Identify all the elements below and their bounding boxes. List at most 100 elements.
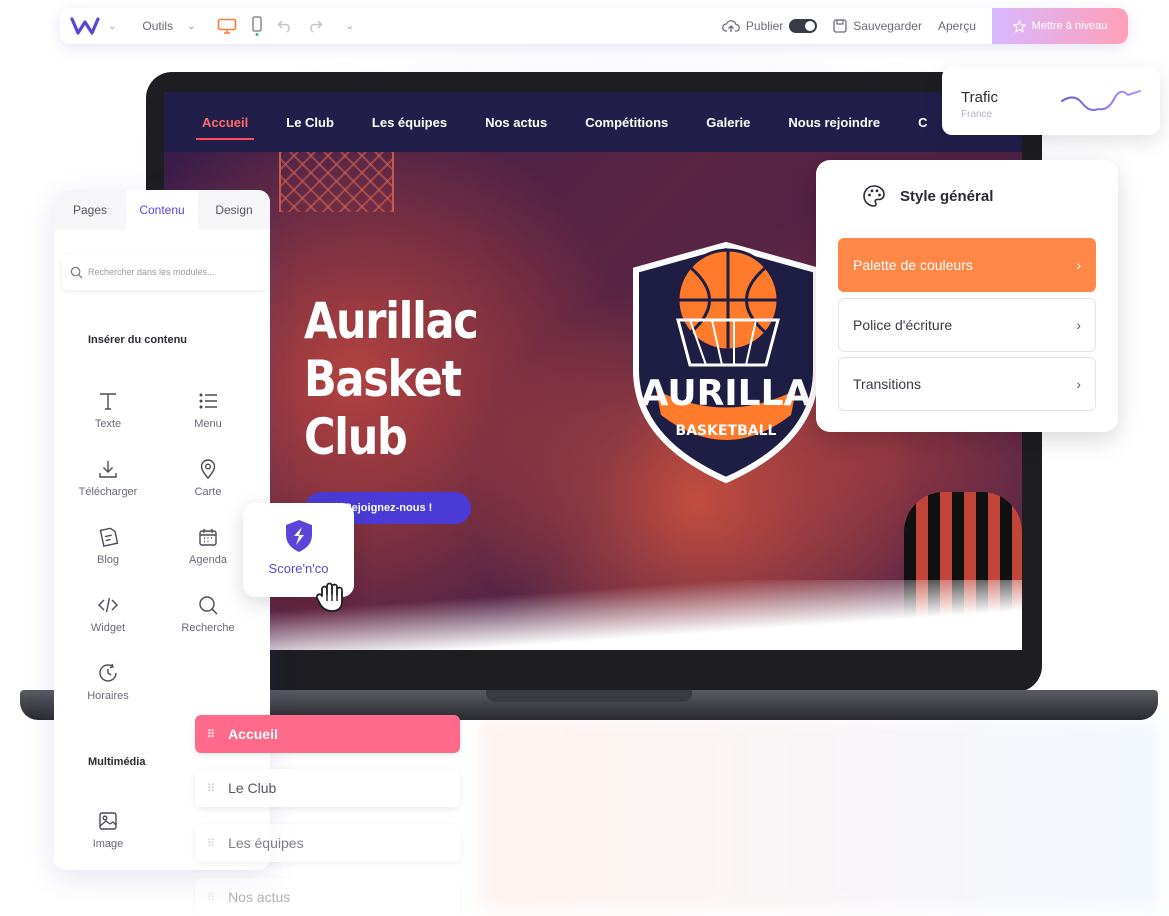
chevron-right-icon: › xyxy=(1076,257,1081,273)
tools-menu[interactable]: Outils ⌄ xyxy=(142,19,195,33)
module-texte[interactable]: Texte xyxy=(58,390,158,430)
insert-content-heading: Insérer du contenu xyxy=(88,334,188,346)
code-icon xyxy=(98,597,118,613)
badge-subtitle: BASKETBALL xyxy=(676,423,777,439)
module-menu[interactable]: Menu xyxy=(158,390,258,430)
page-item-le-club[interactable]: ⠿ Le Club xyxy=(195,769,460,807)
history-controls: ⌄ xyxy=(277,19,354,33)
palette-de-couleurs-row[interactable]: Palette de couleurs › xyxy=(838,238,1096,292)
tab-design[interactable]: Design xyxy=(198,190,270,230)
page-label: Accueil xyxy=(228,726,278,742)
site-nav-item-competitions[interactable]: Compétitions xyxy=(585,115,668,130)
chevron-right-icon: › xyxy=(1076,317,1081,333)
site-nav-item-accueil[interactable]: Accueil xyxy=(195,115,255,140)
module-label: Agenda xyxy=(189,554,227,566)
drag-handle-icon[interactable]: ⠿ xyxy=(207,837,215,850)
mobile-icon[interactable] xyxy=(251,16,263,36)
publish-control[interactable]: Publier xyxy=(721,19,818,33)
page-item-les-equipes[interactable]: ⠿ Les équipes xyxy=(195,824,460,862)
drag-handle-icon[interactable]: ⠿ xyxy=(207,728,215,741)
save-button[interactable]: Sauvegarder xyxy=(833,19,922,33)
row-label: Transitions xyxy=(853,376,921,392)
module-label: Menu xyxy=(194,418,222,430)
publish-label: Publier xyxy=(745,19,784,33)
search-placeholder: Rechercher dans les modules... xyxy=(88,267,215,277)
image-icon xyxy=(99,812,117,830)
police-ecriture-row[interactable]: Police d'écriture › xyxy=(838,298,1096,352)
search-icon xyxy=(70,266,83,279)
desktop-icon[interactable] xyxy=(217,18,237,34)
module-label: Recherche xyxy=(181,622,235,634)
search-icon xyxy=(199,596,218,615)
module-carte[interactable]: Carte xyxy=(158,458,258,498)
module-label: Carte xyxy=(194,486,222,498)
module-panel: Pages Contenu Design Rechercher dans les… xyxy=(54,190,270,870)
module-recherche[interactable]: Recherche xyxy=(158,594,258,634)
drag-handle-icon[interactable]: ⠿ xyxy=(207,891,215,904)
blog-icon xyxy=(99,527,119,547)
hero-title-line1: Aurillac xyxy=(304,292,479,350)
star-icon: ★ xyxy=(782,334,798,354)
device-switcher xyxy=(217,16,263,36)
tools-label: Outils xyxy=(142,19,174,33)
download-icon xyxy=(99,461,117,478)
module-panel-tabs: Pages Contenu Design xyxy=(54,190,270,230)
cloud-upload-icon xyxy=(721,20,740,32)
module-blog[interactable]: Blog xyxy=(58,526,158,566)
multimedia-heading: Multimédia xyxy=(88,756,146,768)
list-icon xyxy=(199,393,217,409)
upgrade-label: Mettre à niveau xyxy=(1031,20,1108,32)
module-label: Texte xyxy=(94,418,122,430)
site-nav-item-galerie[interactable]: Galerie xyxy=(706,115,750,130)
site-nav-item-nos-actus[interactable]: Nos actus xyxy=(485,115,547,130)
site-nav-item-les-equipes[interactable]: Les équipes xyxy=(372,115,447,130)
site-nav-item-nous-rejoindre[interactable]: Nous rejoindre xyxy=(788,115,880,130)
module-widget[interactable]: Widget xyxy=(58,594,158,634)
save-icon xyxy=(833,19,847,33)
traffic-widget[interactable]: Trafic France xyxy=(942,67,1160,135)
module-label: Widget xyxy=(90,622,126,634)
undo-icon[interactable] xyxy=(277,19,293,33)
row-label: Palette de couleurs xyxy=(853,257,973,273)
text-icon xyxy=(100,393,116,410)
module-label: Image xyxy=(92,838,124,850)
transitions-row[interactable]: Transitions › xyxy=(838,357,1096,411)
laptop-notch xyxy=(486,690,692,702)
redo-icon[interactable] xyxy=(307,19,324,33)
palette-icon xyxy=(863,185,885,207)
w-logo-icon xyxy=(70,17,100,35)
hero-title-line2: Basket Club xyxy=(304,350,462,466)
traffic-subtitle: France xyxy=(961,109,993,120)
star-icon xyxy=(1012,19,1026,33)
grab-cursor-icon xyxy=(315,582,343,612)
publish-toggle[interactable] xyxy=(789,19,818,33)
clock-icon xyxy=(99,663,117,682)
scoreco-label: Score'n'co xyxy=(268,561,329,576)
style-panel-header: Style général xyxy=(862,184,993,208)
hero-title: Aurillac Basket Club xyxy=(304,292,562,466)
module-image[interactable]: Image xyxy=(58,810,158,850)
tab-contenu[interactable]: Contenu xyxy=(126,190,198,230)
module-search-input[interactable]: Rechercher dans les modules... xyxy=(62,254,268,290)
page-label: Le Club xyxy=(228,780,277,796)
drag-handle-icon[interactable]: ⠿ xyxy=(207,782,215,795)
preview-label: Aperçu xyxy=(937,19,976,33)
module-telecharger[interactable]: Télécharger xyxy=(58,458,158,498)
site-nav-item-le-club[interactable]: Le Club xyxy=(286,115,334,130)
upgrade-button[interactable]: Mettre à niveau xyxy=(992,8,1128,44)
general-style-panel: Style général Palette de couleurs › Poli… xyxy=(816,160,1118,432)
tab-pages[interactable]: Pages xyxy=(54,190,126,230)
site-nav-item-truncated[interactable]: C xyxy=(918,115,927,130)
module-label: Télécharger xyxy=(78,486,138,498)
chevron-down-icon[interactable]: ⌄ xyxy=(108,21,116,32)
chevron-down-icon[interactable]: ⌄ xyxy=(345,21,353,32)
module-label: Blog xyxy=(96,554,120,566)
page-item-nos-actus[interactable]: ⠿ Nos actus xyxy=(195,878,460,916)
brand-logo[interactable]: ⌄ xyxy=(70,16,116,36)
chevron-right-icon: › xyxy=(1076,376,1081,392)
module-horaires[interactable]: Horaires xyxy=(58,662,158,702)
row-label: Police d'écriture xyxy=(853,317,953,333)
preview-button[interactable]: Aperçu xyxy=(938,19,976,33)
map-pin-icon xyxy=(200,459,216,480)
page-item-accueil[interactable]: ⠿ Accueil xyxy=(195,715,460,753)
